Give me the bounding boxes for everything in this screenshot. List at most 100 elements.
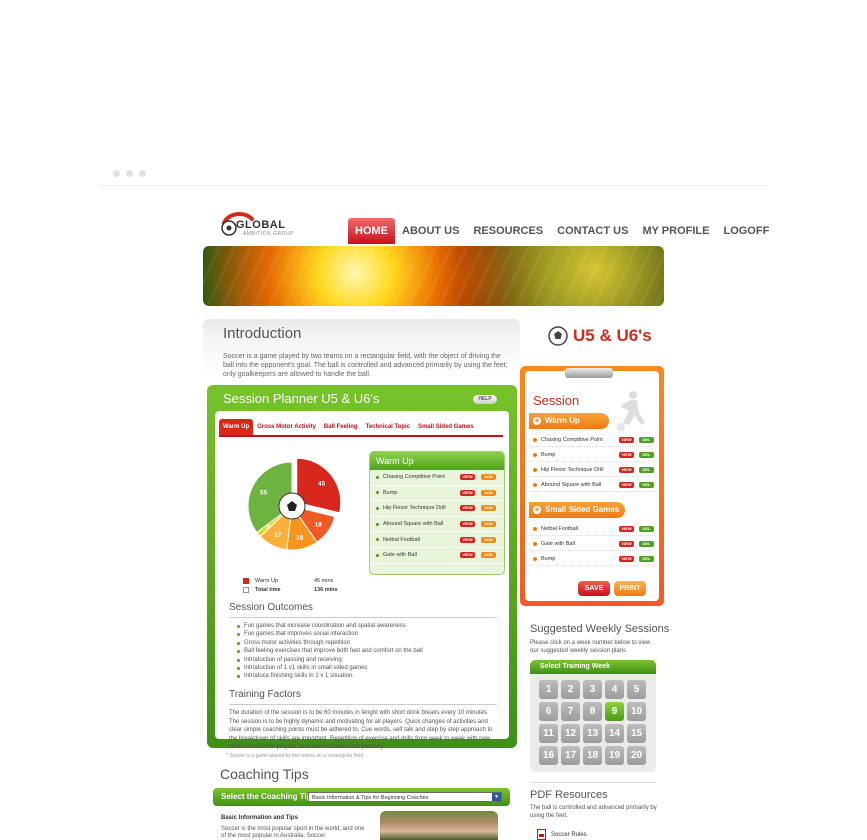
nav-resources[interactable]: RESOURCES (466, 218, 550, 244)
divider (530, 782, 656, 783)
week-button[interactable]: 15 (627, 724, 646, 743)
legend-total: Total time 136 mins (243, 587, 338, 593)
week-button[interactable]: 11 (539, 724, 558, 743)
item-label: Hip Flexor Technique Drill (541, 467, 604, 473)
view-button[interactable]: VIEW (619, 482, 634, 488)
week-button[interactable]: 6 (539, 702, 558, 721)
view-button[interactable]: VIEW (460, 521, 475, 528)
coach-photo (380, 811, 498, 840)
add-button[interactable]: ADD (481, 521, 496, 528)
week-button[interactable]: 18 (583, 746, 602, 765)
footnote: * Soccer is a game played by two teams o… (226, 753, 365, 759)
warmup-drills-box: Warm Up Chasing Comptitive Point VIEW ADD … (369, 451, 505, 575)
week-button[interactable]: 9 (605, 702, 624, 721)
pie-slice-label: 55 (260, 489, 268, 496)
view-button[interactable]: VIEW (460, 536, 475, 543)
pie-slice-label: 18 (314, 521, 322, 528)
heading-label: Warm Up (545, 416, 580, 425)
delete-button[interactable]: DEL (639, 452, 654, 458)
legend-warmup: Warm Up 45 mins (243, 578, 333, 584)
view-button[interactable]: VIEW (619, 526, 634, 532)
week-button[interactable]: 5 (627, 680, 646, 699)
week-button[interactable]: 7 (561, 702, 580, 721)
view-button[interactable]: VIEW (619, 437, 634, 443)
help-button[interactable]: HELP (473, 395, 497, 404)
view-button[interactable]: VIEW (460, 474, 475, 481)
week-button[interactable]: 8 (583, 702, 602, 721)
intro-text: Soccer is a game played by two teams on … (223, 353, 508, 378)
football-icon (548, 326, 568, 346)
window-dots (113, 170, 146, 177)
view-button[interactable]: VIEW (460, 552, 475, 559)
session-title: Session (533, 393, 580, 408)
delete-button[interactable]: DEL (639, 482, 654, 488)
view-button[interactable]: VIEW (619, 556, 634, 562)
nav-profile[interactable]: MY PROFILE (635, 218, 716, 244)
nav-contact[interactable]: CONTACT US (550, 218, 635, 244)
pdf-link[interactable]: Soccer Rules (537, 829, 587, 840)
nav-home[interactable]: HOME (348, 218, 395, 244)
view-button[interactable]: VIEW (619, 467, 634, 473)
list-item: Gross motor activities through repetitio… (237, 639, 423, 647)
outcomes-list: Fun games that increase coordination and… (237, 622, 423, 681)
pdf-link-label: Soccer Rules (551, 831, 587, 838)
intro-title: Introduction (223, 325, 302, 342)
list-item: Bump VIEW DEL (529, 552, 657, 566)
week-button[interactable]: 17 (561, 746, 580, 765)
week-button[interactable]: 16 (539, 746, 558, 765)
legend-label: Warm Up (255, 578, 279, 584)
week-button[interactable]: 19 (605, 746, 624, 765)
tab-small-sided[interactable]: Small Sided Games (414, 419, 478, 435)
view-button[interactable]: VIEW (460, 505, 475, 512)
add-button[interactable]: ADD (481, 552, 496, 559)
nav-about[interactable]: ABOUT US (395, 218, 466, 244)
brand-name: GLOBAL (236, 219, 286, 231)
coaching-tip-select[interactable]: Basic Information & Tips for Beginning C… (308, 792, 502, 802)
tab-ball-feeling[interactable]: Ball Feeling (320, 419, 362, 435)
list-item: Introduction of passing and receiving (237, 656, 423, 664)
add-button[interactable]: ADD (481, 474, 496, 481)
week-button[interactable]: 1 (539, 680, 558, 699)
view-button[interactable]: VIEW (619, 452, 634, 458)
factors-title: Training Factors (229, 689, 301, 700)
add-button[interactable]: ADD (481, 505, 496, 512)
legend-value: 45 mins (314, 578, 334, 584)
delete-button[interactable]: DEL (639, 556, 654, 562)
add-button[interactable]: ADD (481, 489, 496, 496)
legend-label: Total time (255, 587, 281, 593)
basic-info-text: Soccer is the most popular sport in the … (221, 826, 365, 839)
save-button[interactable]: SAVE (578, 581, 610, 596)
item-label: Abound Square with Ball (541, 482, 602, 488)
planner-panel: Warm Up Gross Motor Activity Ball Feelin… (215, 411, 509, 750)
week-button[interactable]: 12 (561, 724, 580, 743)
week-button[interactable]: 2 (561, 680, 580, 699)
nav-logoff[interactable]: LOGOFF (716, 218, 776, 244)
delete-button[interactable]: DEL (639, 541, 654, 547)
factors-text: The duration of the session is to be 60 … (229, 710, 493, 750)
week-button[interactable]: 14 (605, 724, 624, 743)
delete-button[interactable]: DEL (639, 467, 654, 473)
warmup-heading: Warm Up (370, 452, 504, 470)
print-button[interactable]: PRINT (614, 581, 646, 596)
pie-slice-label: 45 (318, 480, 326, 487)
tab-gross-motor[interactable]: Gross Motor Activity (253, 419, 320, 435)
tab-technical[interactable]: Technical Topic (362, 419, 414, 435)
delete-button[interactable]: DEL (639, 526, 654, 532)
pie-slice-label: 17 (274, 532, 282, 539)
session-pie-chart: 45181817355 (247, 457, 342, 551)
player-silhouette-icon (617, 391, 645, 431)
list-item: Fun games that improves social interacti… (237, 630, 423, 638)
divider (229, 617, 497, 618)
week-button[interactable]: 20 (627, 746, 646, 765)
view-button[interactable]: VIEW (460, 489, 475, 496)
view-button[interactable]: VIEW (619, 541, 634, 547)
week-button[interactable]: 3 (583, 680, 602, 699)
list-item: Introduce finishing skills in 1 v 1 situ… (237, 672, 423, 680)
add-button[interactable]: ADD (481, 536, 496, 543)
week-button[interactable]: 13 (583, 724, 602, 743)
tab-warm-up[interactable]: Warm Up (219, 419, 254, 435)
delete-button[interactable]: DEL (639, 437, 654, 443)
week-button[interactable]: 4 (605, 680, 624, 699)
drill-label: Abound Square with Ball (383, 521, 444, 528)
week-button[interactable]: 10 (627, 702, 646, 721)
